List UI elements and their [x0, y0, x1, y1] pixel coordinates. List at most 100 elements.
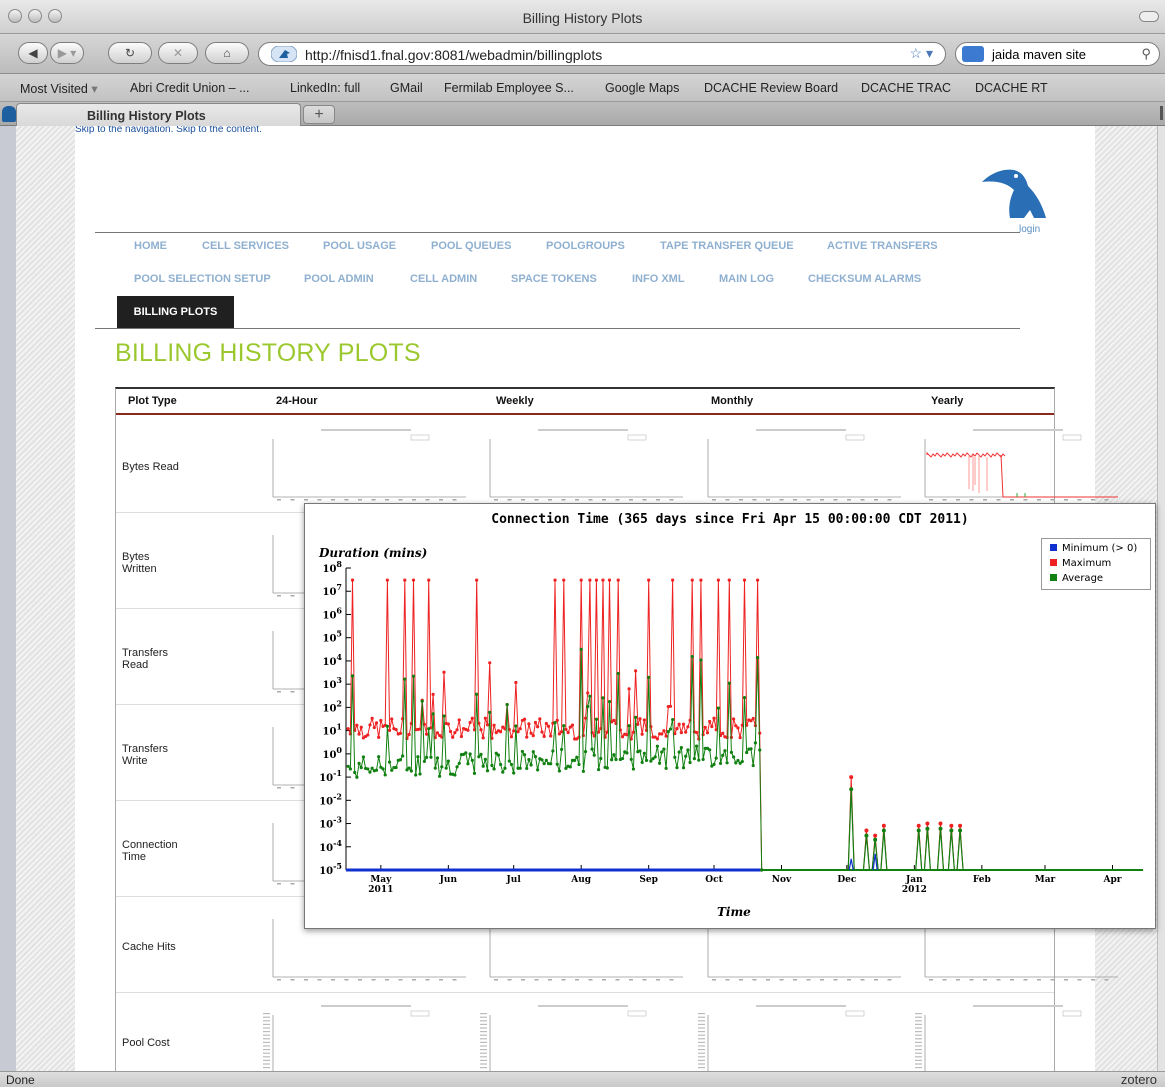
series-point-maximum: [542, 734, 546, 738]
plot-thumbnail[interactable]: [696, 427, 906, 507]
toolbar-toggle-button[interactable]: [1139, 11, 1159, 22]
nav-poolgroups[interactable]: POOLGROUPS: [546, 240, 625, 252]
magnifier-icon[interactable]: ⚲: [1141, 46, 1151, 62]
plot-thumbnail[interactable]: [261, 1003, 471, 1071]
x-tick-label: Dec: [837, 875, 857, 885]
url-bar[interactable]: http://fnisd1.fnal.gov:8081/webadmin/bil…: [258, 42, 946, 66]
series-point-average: [490, 763, 494, 768]
bookmark-dcache-trac[interactable]: DCACHE TRAC: [861, 81, 951, 95]
series-point-maximum: [708, 719, 712, 724]
plot-thumbnail[interactable]: [913, 427, 1123, 507]
col-yearly: Yearly: [931, 395, 964, 407]
nav-pool-selection-setup[interactable]: POOL SELECTION SETUP: [134, 273, 271, 285]
table-row: Pool Cost: [116, 993, 1082, 1071]
series-point-average: [583, 750, 588, 754]
reload-button[interactable]: ↻: [108, 42, 152, 64]
bookmark-gmail[interactable]: GMail: [390, 81, 423, 95]
bookmark-linkedin[interactable]: LinkedIn: full: [290, 81, 360, 95]
search-bar[interactable]: jaida maven site ⚲: [955, 42, 1160, 66]
nav-pool-usage[interactable]: POOL USAGE: [323, 240, 396, 252]
bookmark-star-icon[interactable]: ☆ ▾: [910, 45, 933, 62]
series-point-maximum: [522, 717, 527, 721]
series-point-maximum: [668, 704, 673, 708]
series-point-maximum: [536, 725, 540, 729]
nav-main-log[interactable]: MAIN LOG: [719, 273, 774, 285]
nav-space-tokens[interactable]: SPACE TOKENS: [511, 273, 597, 285]
series-point-average: [607, 699, 612, 704]
series-point-average: [666, 730, 670, 734]
y-tick-label: 105: [323, 629, 343, 645]
page-scrollbar[interactable]: [1157, 126, 1165, 1071]
series-point-maximum: [398, 731, 403, 735]
chevron-down-icon: ▾: [91, 82, 98, 96]
bookmark-abri[interactable]: Abri Credit Union – ...: [130, 81, 250, 95]
series-point-average: [573, 758, 577, 762]
bookmark-google-maps[interactable]: Google Maps: [605, 81, 679, 95]
new-tab-button[interactable]: +: [303, 105, 335, 124]
bookmark-fermilab[interactable]: Fermilab Employee S...: [444, 81, 574, 95]
series-point-average: [657, 761, 662, 765]
tab-list-icon[interactable]: [1155, 106, 1163, 120]
y-tick-label: 10-1: [319, 768, 342, 784]
series-point-average: [644, 758, 649, 762]
series-point-maximum: [679, 731, 683, 735]
bookmark-dcache-rt[interactable]: DCACHE RT: [975, 81, 1048, 95]
series-point-average: [640, 760, 644, 765]
forward-button[interactable]: ▶ ▾: [50, 42, 84, 64]
series-point-average: [625, 751, 629, 755]
plot-thumbnail[interactable]: [913, 1003, 1123, 1071]
series-point-average: [642, 751, 646, 755]
series-point-maximum: [564, 727, 568, 731]
zotero-button[interactable]: zotero: [1121, 1072, 1157, 1087]
row-label-line: Bytes: [122, 551, 150, 563]
series-point-average: [401, 754, 405, 758]
nav-billing-plots[interactable]: BILLING PLOTS: [117, 296, 234, 328]
login-link[interactable]: login: [1019, 224, 1040, 235]
series-point-maximum: [370, 716, 374, 720]
y-tick-label: 102: [323, 698, 343, 714]
stop-button[interactable]: ✕: [158, 42, 198, 64]
series-point-maximum: [509, 735, 514, 739]
burst-average: [847, 789, 855, 871]
plot-thumbnail[interactable]: [478, 1003, 688, 1071]
nav-pool-queues[interactable]: POOL QUEUES: [431, 240, 511, 252]
x-year-label: 2011: [368, 885, 393, 895]
connection-time-chart-popup[interactable]: 10-5 10-4 10-3 10-2 10-1 100 101 102 103 104 105 10…: [304, 503, 1156, 929]
nav-active-transfers[interactable]: ACTIVE TRANSFERS: [827, 240, 938, 252]
series-point-average: [690, 654, 694, 659]
series-point-average: [742, 696, 747, 700]
chart-y-axis-label: Duration (mins): [319, 546, 428, 560]
col-plot-type: Plot Type: [128, 395, 177, 407]
series-point-average: [533, 754, 538, 759]
google-search-engine-icon[interactable]: [962, 46, 984, 62]
series-point-average: [562, 724, 566, 728]
plot-thumbnail[interactable]: [696, 1003, 906, 1071]
nav-pool-admin[interactable]: POOL ADMIN: [304, 273, 374, 285]
series-point-maximum: [755, 578, 760, 582]
bookmark-dcache-review[interactable]: DCACHE Review Board: [704, 81, 838, 95]
nav-cell-services[interactable]: CELL SERVICES: [202, 240, 289, 252]
series-point-maximum: [699, 578, 703, 582]
series-point-average: [357, 761, 361, 765]
nav-info-xml[interactable]: INFO XML: [632, 273, 685, 285]
series-point-maximum: [655, 737, 659, 741]
series-point-maximum: [566, 730, 570, 735]
back-button[interactable]: ◀: [18, 42, 48, 64]
reload-icon: ↻: [124, 46, 136, 60]
plot-thumbnail[interactable]: [261, 427, 471, 507]
series-point-average: [551, 749, 555, 753]
window-title: Billing History Plots: [522, 10, 643, 26]
nav-cell-admin[interactable]: CELL ADMIN: [410, 273, 477, 285]
series-point-maximum: [390, 717, 394, 721]
home-button[interactable]: ⌂: [205, 42, 249, 64]
tab-billing-history-plots[interactable]: Billing History Plots: [16, 103, 301, 127]
row-label: Cache Hits: [122, 941, 176, 953]
plot-thumbnail[interactable]: [478, 427, 688, 507]
burst-point-maximum: [849, 775, 854, 780]
nav-tape-transfer-queue[interactable]: TAPE TRANSFER QUEUE: [660, 240, 794, 252]
nav-home[interactable]: HOME: [134, 240, 167, 252]
skip-links[interactable]: Skip to the navigation. Skip to the cont…: [75, 126, 262, 135]
chart-legend: Minimum (> 0) Maximum Average: [1041, 538, 1151, 590]
bookmark-most-visited[interactable]: Most Visited ▾: [20, 81, 98, 96]
nav-checksum-alarms[interactable]: CHECKSUM ALARMS: [808, 273, 921, 285]
